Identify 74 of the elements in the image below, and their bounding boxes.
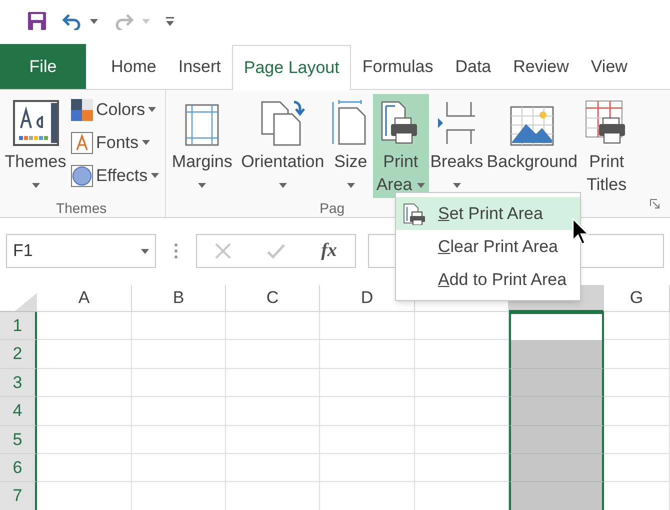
close-icon	[215, 243, 232, 259]
ribbon-button[interactable]: Effects	[71, 162, 159, 189]
caret-icon	[150, 173, 159, 178]
customize-button[interactable]	[166, 16, 174, 26]
ribbon-button[interactable]: Print Titles	[582, 94, 632, 198]
font-letter-icon	[71, 132, 93, 154]
ribbon-tab[interactable]: Data	[444, 44, 502, 89]
sheet-cell[interactable]	[509, 340, 604, 369]
ribbon-button[interactable]: Breaks	[430, 94, 483, 198]
column-header[interactable]: G	[604, 285, 670, 312]
save-button[interactable]	[28, 12, 46, 30]
ribbon-tab[interactable]: Home	[100, 44, 168, 89]
save-icon	[28, 12, 46, 30]
name-box[interactable]: F1	[6, 234, 156, 268]
ribbon-button[interactable]: Orientation	[236, 94, 329, 198]
ribbon-tab[interactable]: Formulas	[351, 44, 444, 89]
ribbon-button[interactable]: Themes	[4, 94, 67, 198]
check-icon	[267, 243, 286, 259]
caret-icon	[416, 183, 425, 188]
file-tab[interactable]: File	[0, 44, 86, 89]
sheet-cell[interactable]	[509, 482, 604, 510]
undo-icon	[62, 12, 82, 30]
orientation-icon	[260, 100, 306, 146]
caret-icon	[452, 183, 461, 188]
row-header[interactable]: 1	[0, 312, 37, 340]
ribbon-tab[interactable]: Insert	[167, 44, 232, 89]
ribbon-button[interactable]: Fonts	[71, 129, 159, 156]
caret-icon	[278, 183, 287, 188]
row-header[interactable]: 4	[0, 397, 37, 426]
menu-item[interactable]: Set Print Area	[396, 197, 580, 230]
ribbon-button[interactable]: Colors	[71, 96, 159, 123]
caret-icon	[142, 140, 150, 145]
column-header[interactable]: C	[226, 285, 320, 312]
sheet-cell[interactable]	[509, 426, 604, 454]
caret-icon	[90, 18, 98, 24]
sheet-cell[interactable]	[509, 454, 604, 482]
effects-circle-icon	[71, 164, 93, 186]
row-header[interactable]: 7	[0, 482, 37, 510]
undo-button[interactable]	[62, 12, 98, 30]
caret-icon	[148, 107, 156, 112]
row-header[interactable]: 2	[0, 340, 37, 369]
margins-icon	[185, 104, 220, 146]
ribbon-button[interactable]: Margins	[170, 94, 235, 198]
more-options-icon	[174, 243, 178, 259]
ribbon-button[interactable]: Print Area	[372, 94, 429, 198]
landscape-picture-icon	[510, 106, 554, 146]
group-label: Pag	[320, 199, 345, 218]
insert-function-button[interactable]: fx	[321, 236, 337, 266]
sheet-cell[interactable]	[509, 312, 604, 340]
sheet-cell[interactable]	[509, 397, 604, 426]
sheet-cell[interactable]	[509, 368, 604, 398]
ribbon-tab[interactable]: Review	[502, 44, 580, 89]
column-header[interactable]: A	[37, 285, 132, 312]
color-palette-icon	[71, 98, 93, 120]
ribbon-tab[interactable]: View	[580, 44, 638, 89]
ribbon-button[interactable]: Size	[330, 94, 371, 198]
column-header[interactable]: B	[132, 285, 226, 312]
menu-item[interactable]: Clear Print Area	[396, 230, 580, 263]
customize-icon	[166, 16, 174, 26]
row-header[interactable]: 6	[0, 454, 37, 482]
caret-icon	[198, 183, 206, 188]
caret-icon	[142, 18, 150, 24]
caret-icon	[141, 248, 149, 254]
select-all-corner-icon	[15, 293, 37, 311]
redo-icon	[114, 12, 134, 30]
row-header[interactable]: 5	[0, 426, 37, 454]
row-header[interactable]: 3	[0, 368, 37, 398]
caret-icon	[346, 183, 355, 188]
page-break-icon	[436, 100, 477, 146]
printer-icon	[402, 202, 426, 224]
group-label: Themes	[56, 199, 107, 218]
caret-icon	[32, 183, 40, 188]
ribbon-tab[interactable]: Page Layout	[232, 45, 352, 90]
themes-icon	[12, 100, 58, 146]
